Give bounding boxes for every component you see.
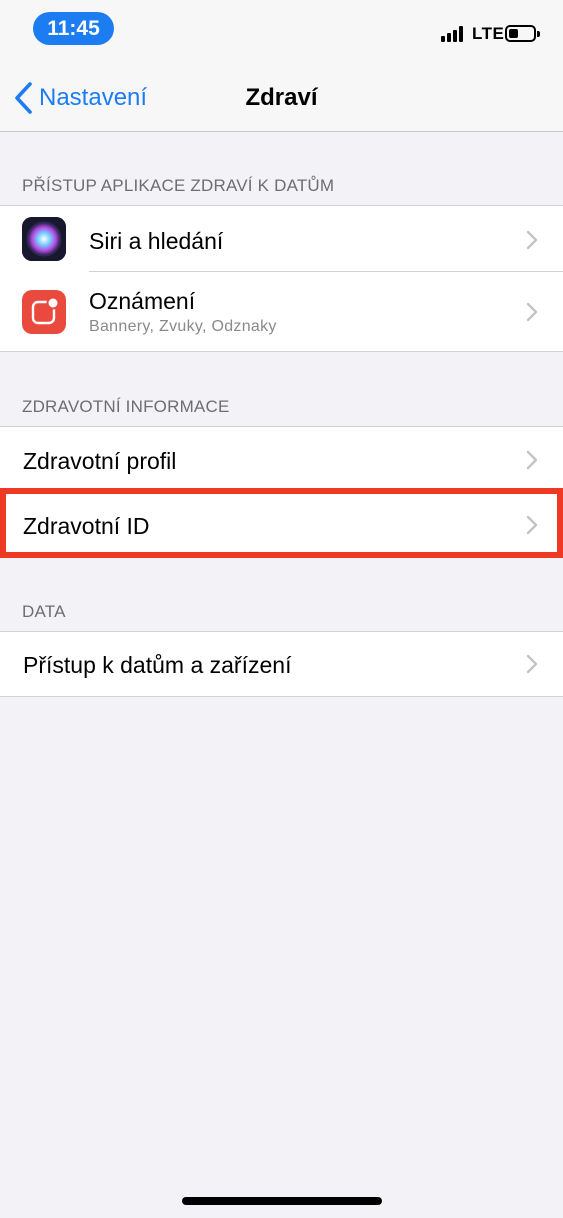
chevron-right-icon xyxy=(526,515,538,535)
network-type: LTE xyxy=(472,24,505,43)
medical-id-title: Zdravotní ID xyxy=(23,513,150,539)
cellular-signal-icon xyxy=(441,26,465,42)
battery-icon xyxy=(505,25,536,42)
health-profile-row[interactable]: Zdravotní profil xyxy=(0,427,563,492)
data-group: Přístup k datům a zařízení xyxy=(0,631,563,697)
notifications-row[interactable]: Oznámení Bannery, Zvuky, Odznaky xyxy=(0,272,563,351)
section-header-health-info: ZDRAVOTNÍ INFORMACE xyxy=(22,397,230,416)
siri-search-row[interactable]: Siri a hledání xyxy=(0,206,563,272)
status-time[interactable]: 11:45 xyxy=(33,12,114,45)
section-header-app-access: PŘÍSTUP APLIKACE ZDRAVÍ K DATŮM xyxy=(22,176,335,195)
app-access-group: Siri a hledání Oznámení Bannery, Zvuky, … xyxy=(0,205,563,352)
section-header-data: DATA xyxy=(22,602,66,621)
notifications-icon xyxy=(22,290,66,334)
notifications-subtitle: Bannery, Zvuky, Odznaky xyxy=(89,318,277,335)
health-settings-screen: 11:45 LTE Nastavení Zdraví PŘÍSTUP APLIK… xyxy=(0,0,563,1218)
notifications-title: Oznámení xyxy=(89,288,196,314)
health-info-group: Zdravotní profil Zdravotní ID xyxy=(0,426,563,557)
chevron-right-icon xyxy=(526,654,538,674)
medical-id-row[interactable]: Zdravotní ID xyxy=(0,492,563,556)
home-indicator[interactable] xyxy=(182,1197,382,1205)
chevron-right-icon xyxy=(526,450,538,470)
siri-search-title: Siri a hledání xyxy=(89,228,224,254)
siri-icon xyxy=(22,217,66,261)
status-bar: 11:45 LTE xyxy=(0,0,563,58)
data-access-title: Přístup k datům a zařízení xyxy=(23,652,292,678)
battery-cap xyxy=(537,31,540,37)
data-access-row[interactable]: Přístup k datům a zařízení xyxy=(0,632,563,696)
chevron-right-icon xyxy=(526,302,538,322)
page-title: Zdraví xyxy=(245,84,318,111)
health-profile-title: Zdravotní profil xyxy=(23,448,177,474)
navigation-bar: Nastavení Zdraví xyxy=(0,58,563,132)
chevron-right-icon xyxy=(526,230,538,250)
